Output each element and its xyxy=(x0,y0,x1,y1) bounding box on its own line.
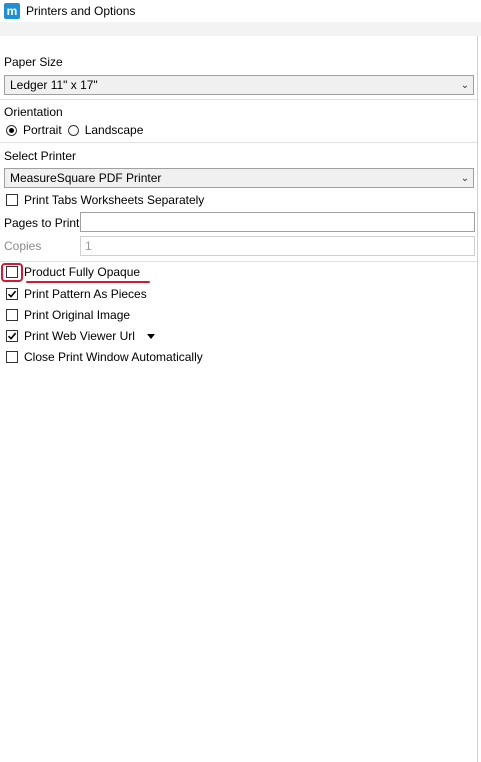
product-opaque-option[interactable]: Product Fully Opaque xyxy=(6,265,140,279)
copies-label: Copies xyxy=(4,239,42,253)
dropdown-arrow-icon[interactable] xyxy=(146,333,155,339)
close-window-option[interactable]: Close Print Window Automatically xyxy=(6,350,203,364)
pages-to-print-input[interactable] xyxy=(80,212,475,232)
landscape-radio[interactable] xyxy=(67,124,79,136)
divider xyxy=(0,99,477,100)
print-tabs-option[interactable]: Print Tabs Worksheets Separately xyxy=(6,193,204,207)
paper-size-label: Paper Size xyxy=(4,55,63,69)
close-window-label: Close Print Window Automatically xyxy=(24,350,203,364)
printer-value: MeasureSquare PDF Printer xyxy=(10,171,162,185)
landscape-label: Landscape xyxy=(84,123,144,137)
pages-to-print-label: Pages to Print xyxy=(4,216,80,230)
close-window-checkbox[interactable] xyxy=(6,351,18,363)
orientation-label: Orientation xyxy=(4,105,63,119)
divider xyxy=(0,261,477,262)
print-pattern-checkbox[interactable] xyxy=(6,288,18,300)
highlight-underline xyxy=(26,281,150,283)
divider xyxy=(0,142,477,143)
copies-input[interactable]: 1 xyxy=(80,236,475,256)
checkmark-icon xyxy=(7,290,17,298)
print-tabs-checkbox[interactable] xyxy=(6,194,18,206)
app-logo-icon: m xyxy=(4,3,20,19)
orientation-group: Portrait Landscape xyxy=(6,123,143,137)
checkmark-icon xyxy=(7,332,17,340)
highlight-box xyxy=(1,263,23,282)
print-web-url-checkbox[interactable] xyxy=(6,330,18,342)
print-tabs-label: Print Tabs Worksheets Separately xyxy=(24,193,205,207)
print-original-checkbox[interactable] xyxy=(6,309,18,321)
window-title: Printers and Options xyxy=(26,4,136,18)
product-opaque-label: Product Fully Opaque xyxy=(24,265,141,279)
printer-select[interactable]: MeasureSquare PDF Printer ⌄ xyxy=(4,168,474,188)
chevron-down-icon: ⌄ xyxy=(460,172,470,184)
title-gap xyxy=(0,22,481,36)
print-pattern-option[interactable]: Print Pattern As Pieces xyxy=(6,287,147,301)
chevron-down-icon: ⌄ xyxy=(460,79,470,91)
paper-size-select[interactable]: Ledger 11" x 17" ⌄ xyxy=(4,75,474,95)
select-printer-label: Select Printer xyxy=(4,149,77,163)
print-pattern-label: Print Pattern As Pieces xyxy=(24,287,147,301)
options-panel: Paper Size Ledger 11" x 17" ⌄ Orientatio… xyxy=(0,36,478,762)
print-web-url-option[interactable]: Print Web Viewer Url xyxy=(6,329,155,343)
print-web-url-label: Print Web Viewer Url xyxy=(24,329,135,343)
title-bar: m Printers and Options xyxy=(0,0,481,22)
print-original-option[interactable]: Print Original Image xyxy=(6,308,130,322)
print-original-label: Print Original Image xyxy=(24,308,131,322)
paper-size-value: Ledger 11" x 17" xyxy=(10,78,98,92)
portrait-radio[interactable] xyxy=(6,124,17,136)
portrait-label: Portrait xyxy=(23,123,62,137)
